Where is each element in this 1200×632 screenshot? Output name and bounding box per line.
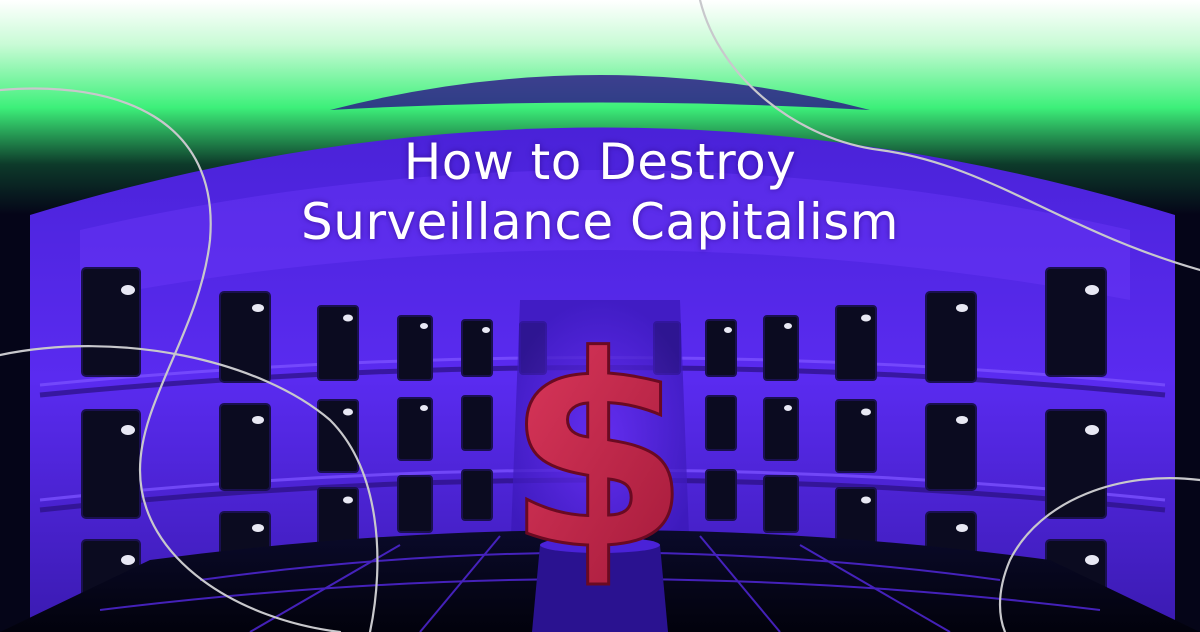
panopticon-illustration: $: [0, 0, 1200, 632]
dollar-sign: $: [506, 300, 690, 608]
scene: $ How to Destroy Surveillance Capitalism: [0, 0, 1200, 632]
